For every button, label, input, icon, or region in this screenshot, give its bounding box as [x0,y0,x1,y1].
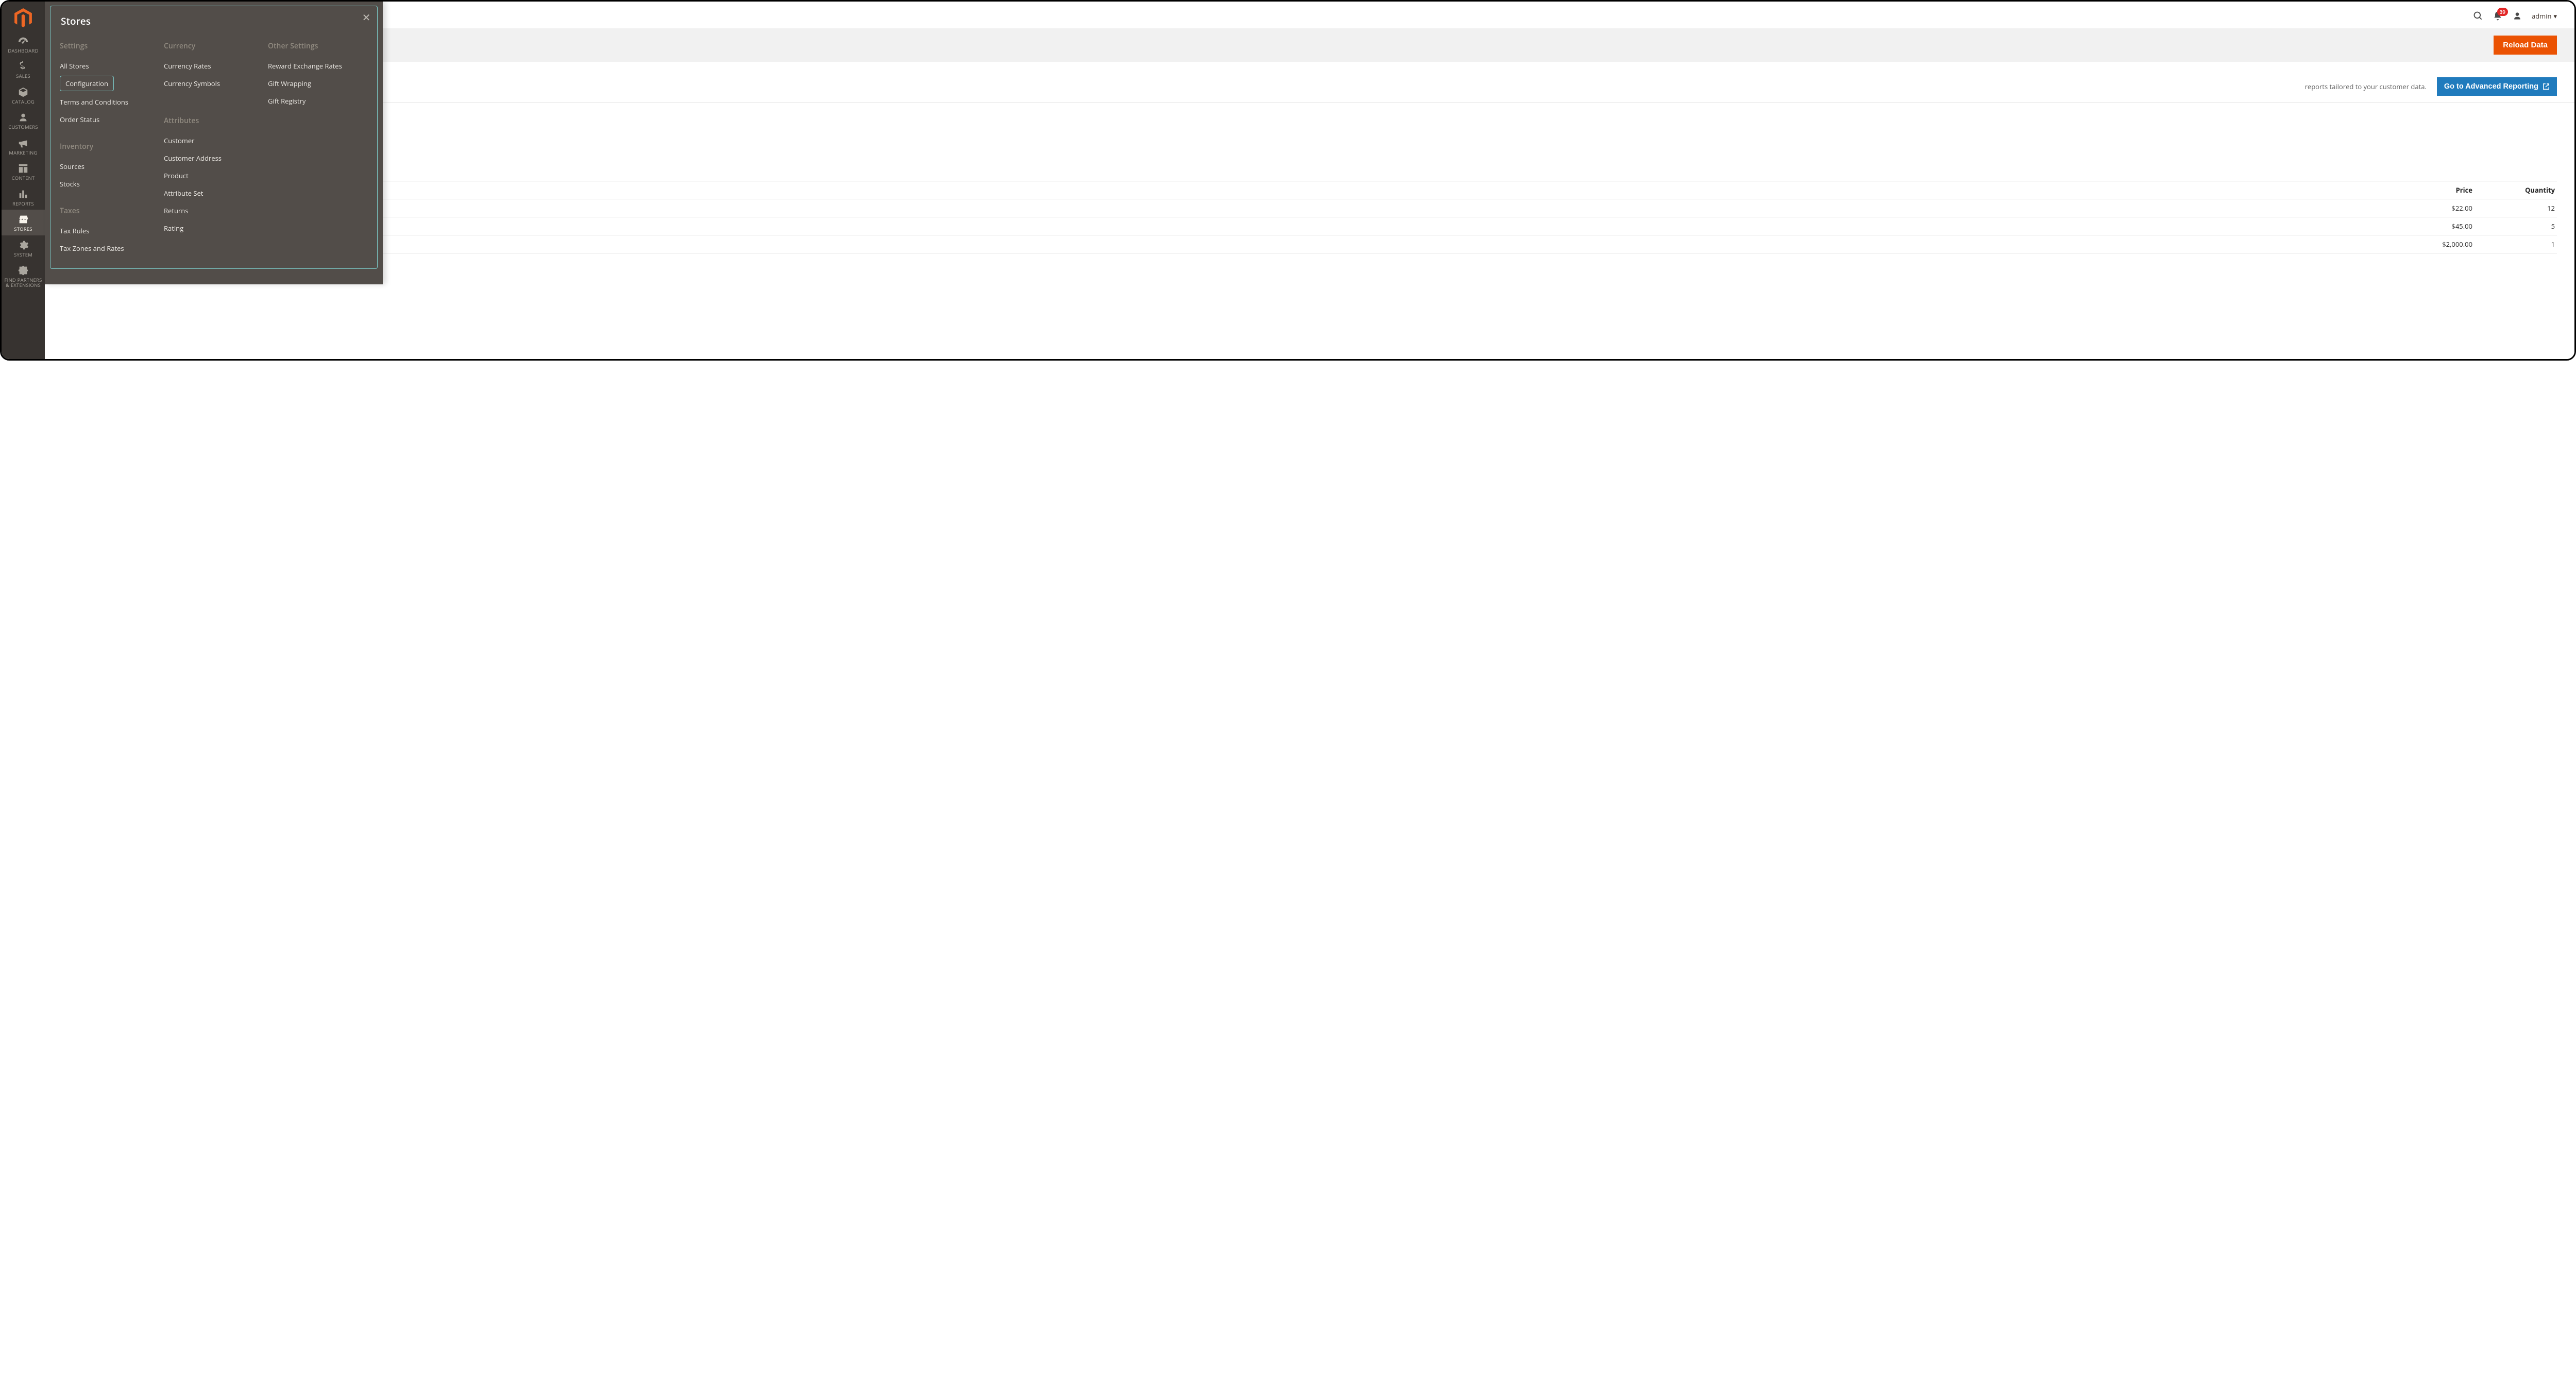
flyout-heading-settings: Settings [60,41,160,51]
flyout-link-attr-returns[interactable]: Returns [164,202,264,219]
col-qty: Quantity [2472,185,2555,195]
flyout-link-configuration[interactable]: Configuration [60,76,114,91]
adv-text: reports tailored to your customer data. [2305,82,2427,91]
sidebar-item-reports[interactable]: REPORTS [2,184,45,210]
external-link-icon [2543,83,2550,90]
grid-row[interactable]: $45.00 5 [62,217,2557,235]
sidebar-item-customers[interactable]: CUSTOMERS [2,108,45,133]
flyout-heading-taxes: Taxes [60,206,160,216]
account-icon[interactable] [2512,11,2522,21]
flyout-link-currency-rates[interactable]: Currency Rates [164,57,264,75]
person-icon [18,112,29,123]
flyout-link-reward-rates[interactable]: Reward Exchange Rates [268,57,368,75]
grid-row[interactable]: $2,000.00 1 [62,235,2557,253]
flyout-heading-attributes: Attributes [164,116,264,126]
admin-dropdown[interactable]: admin ▾ [2532,11,2557,21]
admin-sidebar: DASHBOARD SALES CATALOG CUSTOMERS MARKET… [2,2,45,359]
sidebar-item-catalog[interactable]: CATALOG [2,82,45,108]
main-content: 39 admin ▾ Reload Data reports tailored … [45,2,2574,359]
flyout-title: Stores [61,14,368,28]
flyout-link-attr-rating[interactable]: Rating [164,219,264,237]
layout-icon [18,163,29,174]
dashboard-tabs: ewed Products New Customers Customers Yo… [45,151,2574,181]
caret-down-icon: ▾ [2553,11,2557,21]
reload-data-button[interactable]: Reload Data [2494,36,2557,55]
flyout-col-1: Settings All Stores Configuration Terms … [60,38,160,257]
notif-badge: 39 [2497,8,2508,16]
flyout-link-attr-set[interactable]: Attribute Set [164,184,264,202]
advanced-reporting-button[interactable]: Go to Advanced Reporting [2437,77,2557,96]
sidebar-item-dashboard[interactable]: DASHBOARD [2,31,45,57]
notifications-icon[interactable]: 39 [2493,11,2503,21]
sidebar-item-system[interactable]: SYSTEM [2,235,45,261]
advanced-reporting-row: reports tailored to your customer data. … [45,62,2574,103]
magento-logo-icon[interactable] [13,8,33,28]
sidebar-item-stores[interactable]: STORES [2,210,45,235]
grid-row[interactable]: $22.00 12 [62,199,2557,217]
gear-icon [18,240,29,251]
flyout-link-attr-product[interactable]: Product [164,167,264,184]
flyout-link-tax-zones[interactable]: Tax Zones and Rates [60,240,160,257]
gauge-icon [18,36,29,47]
flyout-heading-currency: Currency [164,41,264,51]
sidebar-item-marketing[interactable]: MARKETING [2,133,45,159]
topbar: 39 admin ▾ [45,2,2574,28]
dollar-icon [18,61,29,72]
chart-enable-note: e the chart, click here. [45,105,2574,114]
search-icon[interactable] [2473,11,2483,21]
flyout-link-sources[interactable]: Sources [60,158,160,175]
app-window: DASHBOARD SALES CATALOG CUSTOMERS MARKET… [0,0,2576,361]
flyout-link-order-status[interactable]: Order Status [60,111,160,128]
megaphone-icon [18,138,29,149]
sidebar-item-partners[interactable]: FIND PARTNERS & EXTENSIONS [2,261,45,292]
flyout-link-attr-customer-address[interactable]: Customer Address [164,149,264,167]
flyout-link-terms[interactable]: Terms and Conditions [60,93,160,111]
bars-icon [18,189,29,200]
box-icon [18,87,29,98]
flyout-link-all-stores[interactable]: All Stores [60,57,160,75]
sidebar-item-content[interactable]: CONTENT [2,159,45,184]
flyout-link-gift-wrapping[interactable]: Gift Wrapping [268,75,368,92]
sidebar-item-sales[interactable]: SALES [2,57,45,82]
stats-row: Tax $0.00 Shipping $0.00 Quantity 0 [45,114,2574,151]
reload-bar: Reload Data [45,28,2574,62]
flyout-link-currency-symbols[interactable]: Currency Symbols [164,75,264,92]
flyout-heading-other: Other Settings [268,41,368,51]
flyout-col-2: Currency Currency Rates Currency Symbols… [164,38,264,257]
close-icon[interactable]: ✕ [361,11,372,23]
flyout-link-stocks[interactable]: Stocks [60,175,160,193]
col-price: Price [2390,185,2472,195]
flyout-link-tax-rules[interactable]: Tax Rules [60,222,160,240]
products-grid: Price Quantity $22.00 12 $45.00 5 $2,000… [62,181,2557,253]
stores-flyout-panel: ✕ Stores Settings All Stores Configurati… [45,2,383,284]
flyout-col-3: Other Settings Reward Exchange Rates Gif… [268,38,368,257]
storefront-icon [18,214,29,225]
flyout-link-gift-registry[interactable]: Gift Registry [268,92,368,110]
puzzle-icon [18,265,29,276]
flyout-heading-inventory: Inventory [60,142,160,151]
grid-header-row: Price Quantity [62,181,2557,199]
flyout-link-attr-customer[interactable]: Customer [164,132,264,149]
